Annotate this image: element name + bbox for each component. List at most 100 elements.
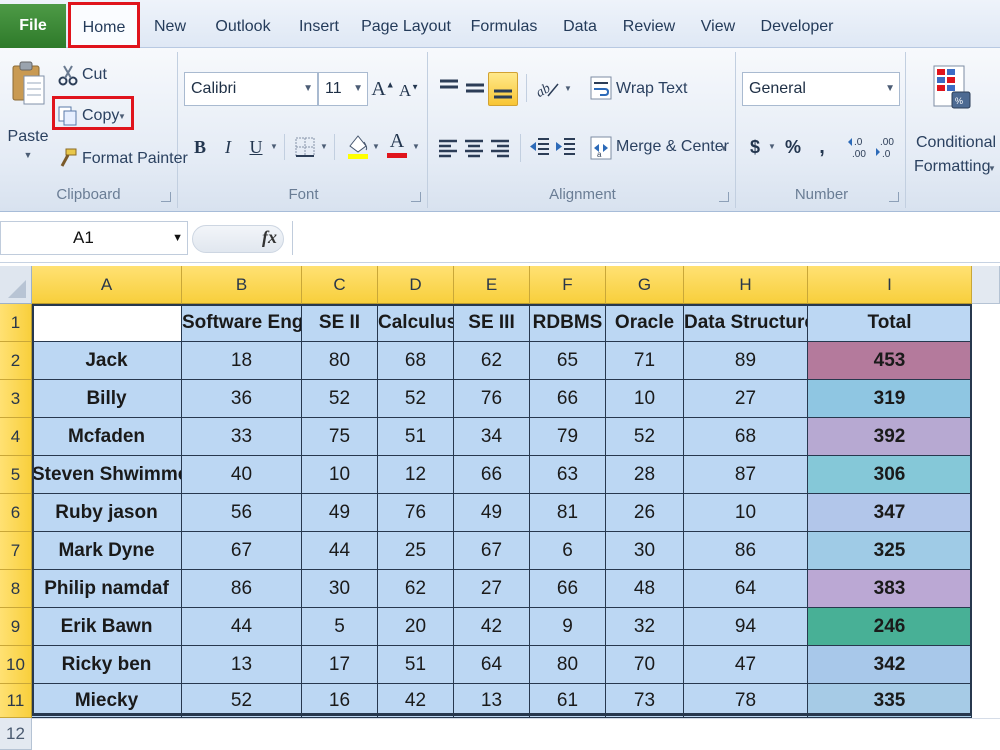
score-cell[interactable]: 17	[302, 646, 378, 684]
score-cell[interactable]: 80	[302, 342, 378, 380]
borders-icon[interactable]	[294, 136, 316, 158]
orientation-dropdown-icon[interactable]: ▼	[564, 84, 572, 93]
format-painter-button[interactable]: Format Painter	[82, 150, 188, 168]
score-cell[interactable]: 68	[684, 418, 808, 456]
score-cell[interactable]: 94	[684, 608, 808, 646]
score-cell[interactable]: 49	[454, 494, 530, 532]
score-cell[interactable]: 64	[684, 570, 808, 608]
score-cell[interactable]: 5	[302, 608, 378, 646]
score-cell[interactable]: 76	[454, 380, 530, 418]
cut-button[interactable]: Cut	[82, 66, 107, 84]
row-header-7[interactable]: 7	[0, 532, 32, 570]
decrease-decimal-icon[interactable]: .00 .0	[874, 134, 898, 160]
score-cell[interactable]: 79	[530, 418, 606, 456]
score-cell[interactable]: 16	[302, 684, 378, 718]
score-cell[interactable]: 62	[378, 570, 454, 608]
score-cell[interactable]: 30	[606, 532, 684, 570]
tab-view[interactable]: View	[694, 8, 742, 48]
header-cell[interactable]: RDBMS	[530, 304, 606, 342]
column-header-e[interactable]: E	[454, 266, 530, 304]
total-cell[interactable]: 453	[808, 342, 972, 380]
score-cell[interactable]: 87	[684, 456, 808, 494]
score-cell[interactable]: 49	[302, 494, 378, 532]
row-header-6[interactable]: 6	[0, 494, 32, 532]
score-cell[interactable]: 52	[606, 418, 684, 456]
score-cell[interactable]: 27	[684, 380, 808, 418]
alignment-launcher-icon[interactable]	[719, 192, 729, 202]
align-left-icon[interactable]	[438, 138, 458, 158]
score-cell[interactable]: 13	[182, 646, 302, 684]
align-center-icon[interactable]	[464, 138, 484, 158]
shrink-font-button[interactable]: A▼	[398, 76, 420, 106]
score-cell[interactable]: 20	[378, 608, 454, 646]
score-cell[interactable]: 71	[606, 342, 684, 380]
header-cell[interactable]: Total	[808, 304, 972, 342]
font-color-dropdown-icon[interactable]: ▼	[412, 142, 420, 151]
font-color-button[interactable]: A	[386, 130, 408, 162]
bold-button[interactable]: B	[188, 132, 212, 162]
row-header-8[interactable]: 8	[0, 570, 32, 608]
align-right-icon[interactable]	[490, 138, 510, 158]
total-cell[interactable]: 325	[808, 532, 972, 570]
score-cell[interactable]: 30	[302, 570, 378, 608]
tab-data[interactable]: Data	[555, 8, 605, 48]
student-name-cell[interactable]: Ruby jason	[32, 494, 182, 532]
score-cell[interactable]: 44	[302, 532, 378, 570]
student-name-cell[interactable]: Billy	[32, 380, 182, 418]
tab-page-layout[interactable]: Page Layout	[360, 8, 452, 48]
header-cell[interactable]: SE II	[302, 304, 378, 342]
header-cell[interactable]: Software Engg	[182, 304, 302, 342]
score-cell[interactable]: 12	[378, 456, 454, 494]
paste-button[interactable]: Paste ▼	[8, 60, 48, 170]
score-cell[interactable]: 81	[530, 494, 606, 532]
orientation-icon[interactable]: ab	[534, 76, 564, 100]
name-box-dropdown-icon[interactable]: ▼	[172, 222, 183, 254]
font-size-dropdown-icon[interactable]: ▼	[353, 73, 363, 105]
font-launcher-icon[interactable]	[411, 192, 421, 202]
tab-developer[interactable]: Developer	[752, 8, 842, 48]
score-cell[interactable]: 6	[530, 532, 606, 570]
column-header-f[interactable]: F	[530, 266, 606, 304]
tab-file[interactable]: File	[0, 4, 66, 48]
insert-function-icon[interactable]: fx	[262, 227, 277, 248]
column-header-i[interactable]: I	[808, 266, 972, 304]
score-cell[interactable]: 48	[606, 570, 684, 608]
student-name-cell[interactable]: Ricky ben	[32, 646, 182, 684]
select-all-button[interactable]	[0, 266, 32, 304]
score-cell[interactable]: 26	[606, 494, 684, 532]
tab-insert[interactable]: Insert	[288, 8, 350, 48]
column-header-d[interactable]: D	[378, 266, 454, 304]
comma-button[interactable]: ,	[814, 132, 830, 162]
number-format-dropdown-icon[interactable]: ▼	[885, 73, 895, 105]
score-cell[interactable]: 47	[684, 646, 808, 684]
conditional-formatting-button[interactable]: % Conditional Formatting ▼	[908, 60, 1000, 180]
row-header-2[interactable]: 2	[0, 342, 32, 380]
number-launcher-icon[interactable]	[889, 192, 899, 202]
header-cell[interactable]: SE III	[454, 304, 530, 342]
total-cell[interactable]: 347	[808, 494, 972, 532]
align-top-icon[interactable]	[438, 78, 460, 98]
score-cell[interactable]: 18	[182, 342, 302, 380]
borders-dropdown-icon[interactable]: ▼	[320, 142, 328, 151]
row-header-10[interactable]: 10	[0, 646, 32, 684]
student-name-cell[interactable]: Steven Shwimmer	[32, 456, 182, 494]
score-cell[interactable]: 67	[454, 532, 530, 570]
score-cell[interactable]: 63	[530, 456, 606, 494]
score-cell[interactable]: 32	[606, 608, 684, 646]
total-cell[interactable]: 335	[808, 684, 972, 718]
score-cell[interactable]: 9	[530, 608, 606, 646]
column-header-g[interactable]: G	[606, 266, 684, 304]
row-header-9[interactable]: 9	[0, 608, 32, 646]
score-cell[interactable]: 13	[454, 684, 530, 718]
currency-dropdown-icon[interactable]: ▼	[768, 142, 776, 151]
formula-input[interactable]	[292, 221, 998, 255]
currency-button[interactable]: $	[746, 132, 764, 162]
score-cell[interactable]: 65	[530, 342, 606, 380]
font-size-combo[interactable]: 11 ▼	[318, 72, 368, 106]
score-cell[interactable]: 52	[182, 684, 302, 718]
score-cell[interactable]: 86	[684, 532, 808, 570]
score-cell[interactable]: 42	[378, 684, 454, 718]
empty-row-12[interactable]	[32, 718, 1000, 750]
score-cell[interactable]: 10	[684, 494, 808, 532]
column-header-c[interactable]: C	[302, 266, 378, 304]
